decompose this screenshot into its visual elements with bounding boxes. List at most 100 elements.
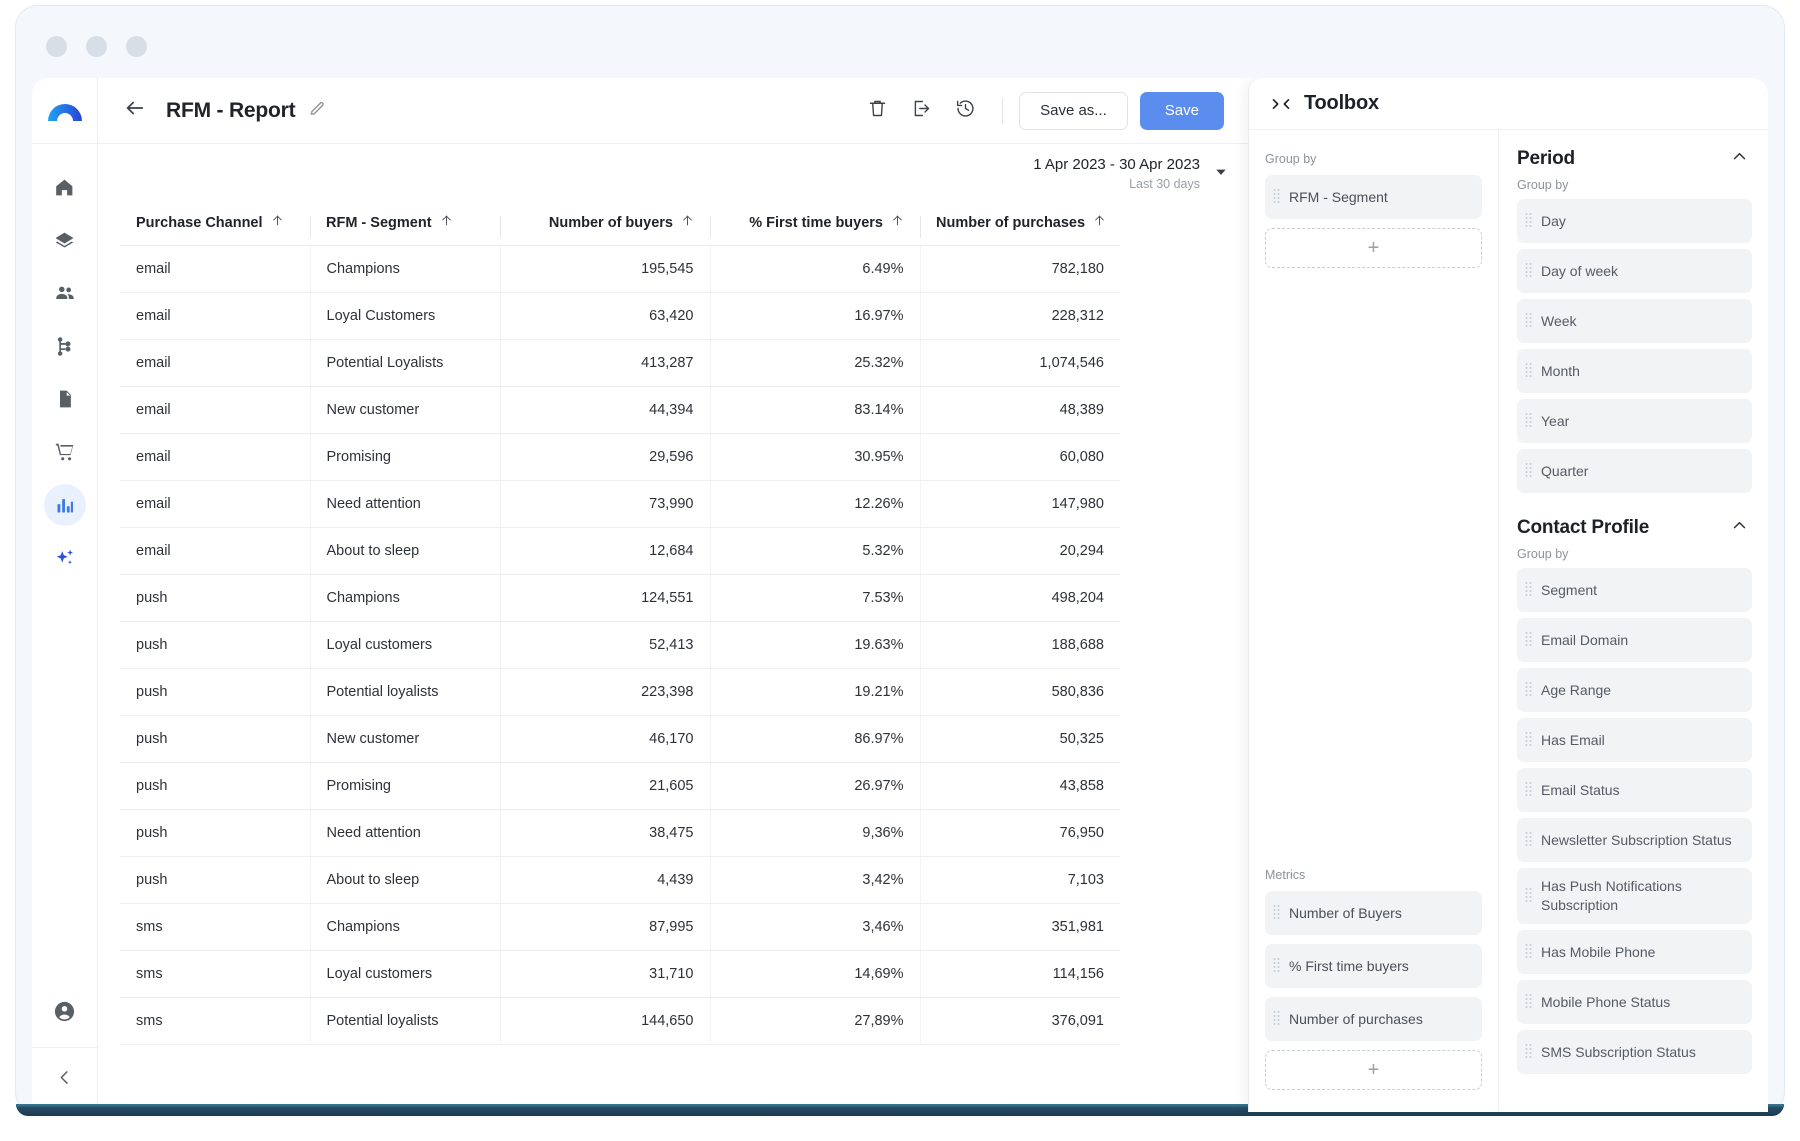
dimension-option[interactable]: Day — [1517, 199, 1752, 243]
table-row[interactable]: emailLoyal Customers63,42016.97%228,312 — [120, 293, 1120, 340]
dimension-option[interactable]: Has Mobile Phone — [1517, 930, 1752, 974]
dimension-option[interactable]: Has Email — [1517, 718, 1752, 762]
drag-handle-icon[interactable] — [1273, 904, 1280, 923]
table-row[interactable]: pushPotential loyalists223,39819.21%580,… — [120, 669, 1120, 716]
drag-handle-icon[interactable] — [1525, 262, 1532, 281]
back-button[interactable] — [120, 96, 150, 126]
table-column-header[interactable]: Purchase Channel — [120, 204, 310, 246]
table-row[interactable]: emailPromising29,59630.95%60,080 — [120, 434, 1120, 481]
dimension-option[interactable]: Newsletter Subscription Status — [1517, 818, 1752, 862]
dimension-option[interactable]: Email Domain — [1517, 618, 1752, 662]
arrow-up-icon[interactable] — [681, 214, 694, 231]
dimension-option[interactable]: Day of week — [1517, 249, 1752, 293]
drag-handle-icon[interactable] — [1525, 412, 1532, 431]
dimension-option[interactable]: Quarter — [1517, 449, 1752, 493]
dimension-option[interactable]: Email Status — [1517, 768, 1752, 812]
table-row[interactable]: pushLoyal customers52,41319.63%188,688 — [120, 622, 1120, 669]
table-row[interactable]: pushNeed attention38,4759,36%76,950 — [120, 810, 1120, 857]
brand-logo[interactable] — [32, 78, 97, 144]
dimension-option[interactable]: Mobile Phone Status — [1517, 980, 1752, 1024]
sidebar-collapse-button[interactable] — [32, 1048, 97, 1112]
edit-title-button[interactable] — [308, 99, 326, 122]
table-column-header[interactable]: RFM - Segment — [310, 204, 500, 246]
sidebar-item-layers[interactable] — [44, 219, 86, 261]
arrow-up-icon[interactable] — [1093, 214, 1106, 231]
sidebar-item-analytics[interactable] — [44, 484, 86, 526]
drag-handle-icon[interactable] — [1525, 1043, 1532, 1062]
table-row[interactable]: pushAbout to sleep4,4393,42%7,103 — [120, 857, 1120, 904]
table-row[interactable]: smsChampions87,9953,46%351,981 — [120, 904, 1120, 951]
drag-handle-icon[interactable] — [1525, 681, 1532, 700]
window-minimize-button[interactable] — [86, 36, 107, 57]
table-cell: 50,325 — [920, 716, 1120, 763]
drag-handle-icon[interactable] — [1525, 462, 1532, 481]
table-column-header[interactable]: Number of buyers — [500, 204, 710, 246]
chip-label: Number of purchases — [1289, 1011, 1423, 1027]
save-as-button[interactable]: Save as... — [1019, 92, 1128, 130]
group-by-chip[interactable]: RFM - Segment — [1265, 175, 1482, 219]
dimension-option[interactable]: Month — [1517, 349, 1752, 393]
dimension-option[interactable]: Week — [1517, 299, 1752, 343]
drag-handle-icon[interactable] — [1525, 831, 1532, 850]
window-maximize-button[interactable] — [126, 36, 147, 57]
arrow-up-icon[interactable] — [440, 214, 453, 231]
drag-handle-icon[interactable] — [1525, 631, 1532, 650]
dimension-section-header[interactable]: Period — [1517, 144, 1752, 178]
table-row[interactable]: pushChampions124,5517.53%498,204 — [120, 575, 1120, 622]
sidebar-item-home[interactable] — [44, 166, 86, 208]
dimension-option[interactable]: Year — [1517, 399, 1752, 443]
drag-handle-icon[interactable] — [1525, 212, 1532, 231]
add-metric-slot[interactable]: + — [1265, 1050, 1482, 1090]
collapse-panel-icon[interactable] — [1271, 97, 1291, 111]
table-row[interactable]: emailAbout to sleep12,6845.32%20,294 — [120, 528, 1120, 575]
save-button[interactable]: Save — [1140, 92, 1224, 130]
table-row[interactable]: emailChampions195,5456.49%782,180 — [120, 246, 1120, 293]
metric-chip[interactable]: % First time buyers — [1265, 944, 1482, 988]
drag-handle-icon[interactable] — [1273, 188, 1280, 207]
report-history-button[interactable] — [946, 92, 984, 130]
drag-handle-icon[interactable] — [1273, 1010, 1280, 1029]
chevron-up-icon[interactable] — [1731, 148, 1748, 170]
arrow-up-icon[interactable] — [271, 214, 284, 231]
dimension-option[interactable]: Segment — [1517, 568, 1752, 612]
table-row[interactable]: emailNew customer44,39483.14%48,389 — [120, 387, 1120, 434]
dimension-option[interactable]: SMS Subscription Status — [1517, 1030, 1752, 1074]
table-row[interactable]: smsLoyal customers31,71014,69%114,156 — [120, 951, 1120, 998]
caret-down-icon[interactable] — [1214, 165, 1228, 184]
drag-handle-icon[interactable] — [1525, 943, 1532, 962]
export-report-button[interactable] — [902, 92, 940, 130]
sidebar-item-templates[interactable] — [44, 378, 86, 420]
drag-handle-icon[interactable] — [1273, 957, 1280, 976]
sidebar-item-workflows[interactable] — [44, 325, 86, 367]
delete-report-button[interactable] — [858, 92, 896, 130]
table-row[interactable]: smsPotential loyalists144,65027,89%376,0… — [120, 998, 1120, 1045]
date-range-picker[interactable]: 1 Apr 2023 - 30 Apr 2023 Last 30 days — [1033, 156, 1248, 192]
drag-handle-icon[interactable] — [1525, 781, 1532, 800]
add-group-by-slot[interactable]: + — [1265, 228, 1482, 268]
dimension-option[interactable]: Has Push Notifications Subscription — [1517, 868, 1752, 924]
arrow-up-icon[interactable] — [891, 214, 904, 231]
sidebar-item-account[interactable] — [32, 980, 97, 1048]
drag-handle-icon[interactable] — [1525, 362, 1532, 381]
table-row[interactable]: emailPotential Loyalists413,28725.32%1,0… — [120, 340, 1120, 387]
table-row[interactable]: pushPromising21,60526.97%43,858 — [120, 763, 1120, 810]
table-row[interactable]: pushNew customer46,17086.97%50,325 — [120, 716, 1120, 763]
table-column-header[interactable]: % First time buyers — [710, 204, 920, 246]
drag-handle-icon[interactable] — [1525, 993, 1532, 1012]
drag-handle-icon[interactable] — [1525, 887, 1532, 906]
dimension-option[interactable]: Age Range — [1517, 668, 1752, 712]
table-row[interactable]: emailNeed attention73,99012.26%147,980 — [120, 481, 1120, 528]
sidebar-item-contacts[interactable] — [44, 272, 86, 314]
drag-handle-icon[interactable] — [1525, 731, 1532, 750]
sidebar-item-commerce[interactable] — [44, 431, 86, 473]
dimension-section-header[interactable]: Contact Profile — [1517, 513, 1752, 547]
table-column-header[interactable]: Number of purchases — [920, 204, 1120, 246]
chevron-up-icon[interactable] — [1731, 517, 1748, 539]
drag-handle-icon[interactable] — [1525, 581, 1532, 600]
toolbox-dimensions-column[interactable]: PeriodGroup byDayDay of weekWeekMonthYea… — [1499, 130, 1768, 1112]
window-close-button[interactable] — [46, 36, 67, 57]
metric-chip[interactable]: Number of purchases — [1265, 997, 1482, 1041]
drag-handle-icon[interactable] — [1525, 312, 1532, 331]
metric-chip[interactable]: Number of Buyers — [1265, 891, 1482, 935]
sidebar-item-ai-assistant[interactable] — [44, 537, 86, 579]
